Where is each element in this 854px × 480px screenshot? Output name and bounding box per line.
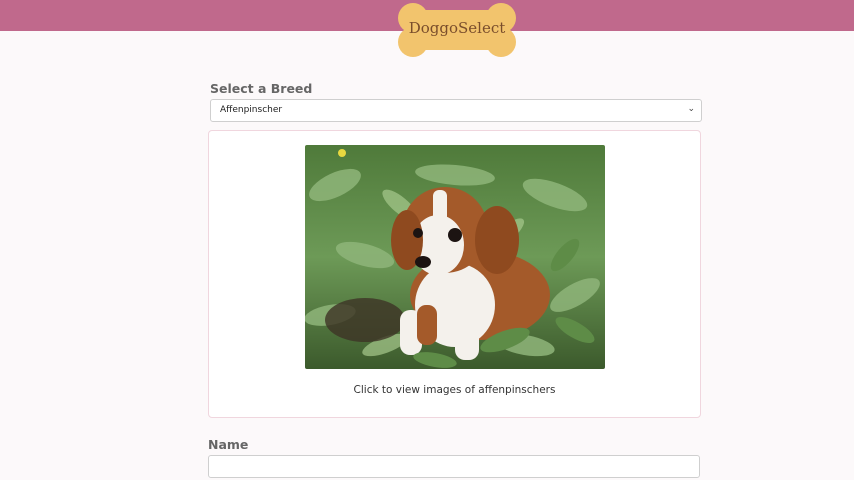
chevron-down-icon: ⌄ <box>687 104 695 114</box>
breed-select[interactable]: Affenpinscher ⌄ <box>210 99 702 122</box>
breed-label: Select a Breed <box>210 81 313 96</box>
name-input[interactable] <box>208 455 700 478</box>
breed-select-value: Affenpinscher <box>220 105 283 115</box>
name-label: Name <box>208 437 249 452</box>
logo-text: DoggoSelect <box>408 19 506 37</box>
logo[interactable]: DoggoSelect <box>395 1 519 59</box>
breed-card-caption: Click to view images of affenpinschers <box>353 384 556 396</box>
puppy-photo[interactable] <box>305 145 605 369</box>
